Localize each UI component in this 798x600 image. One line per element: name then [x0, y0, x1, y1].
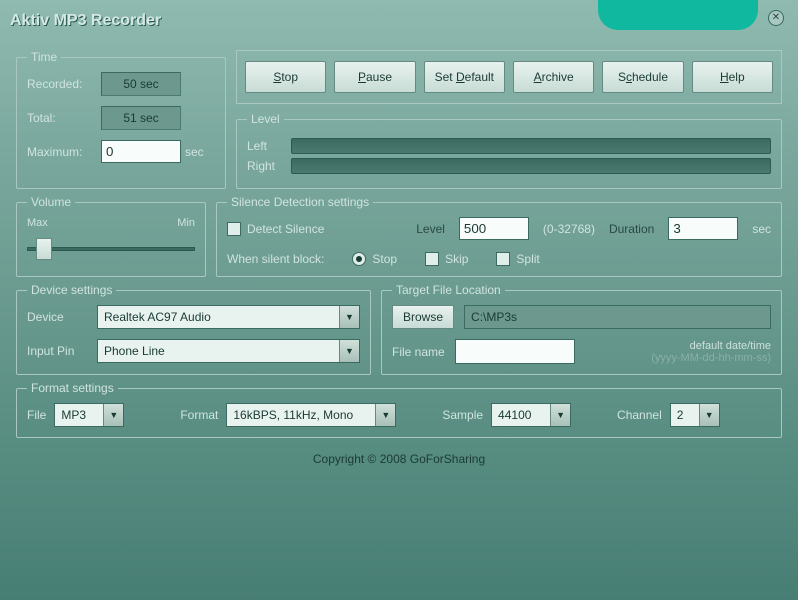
when-silent-label: When silent block: [227, 252, 324, 266]
chevron-down-icon: ▼ [103, 404, 123, 426]
silent-split-checkbox[interactable]: Split [496, 252, 539, 266]
filename-label: File name [392, 345, 445, 359]
chevron-down-icon: ▼ [550, 404, 570, 426]
file-label: File [27, 408, 46, 422]
level-left-meter [291, 138, 771, 154]
help-button[interactable]: Help [692, 61, 773, 93]
device-legend: Device settings [27, 283, 116, 297]
silence-level-input[interactable] [459, 217, 529, 240]
volume-min-label: Min [177, 217, 195, 229]
device-select[interactable]: Realtek AC97 Audio ▼ [97, 305, 360, 329]
silent-skip-checkbox[interactable]: Skip [425, 252, 468, 266]
target-group: Target File Location Browse C:\MP3s File… [381, 283, 782, 375]
format-select[interactable]: 16kBPS, 11kHz, Mono ▼ [226, 403, 396, 427]
recorded-label: Recorded: [27, 77, 97, 91]
filename-input[interactable] [455, 339, 575, 364]
close-icon[interactable]: ✕ [768, 10, 784, 26]
level-group: Level Left Right [236, 112, 782, 189]
maximum-unit: sec [185, 145, 215, 159]
silence-duration-unit: sec [752, 222, 771, 236]
silence-duration-input[interactable] [668, 217, 738, 240]
toolbar: Stop Pause Set Default Archive Schedule … [236, 50, 782, 104]
title-notch [598, 0, 758, 30]
format-group: Format settings File MP3 ▼ Format 16kBPS… [16, 381, 782, 438]
footer-copyright: Copyright © 2008 GoForSharing [16, 444, 782, 474]
stop-button[interactable]: Stop [245, 61, 326, 93]
chevron-down-icon: ▼ [339, 340, 359, 362]
volume-slider-thumb[interactable] [36, 238, 52, 260]
filename-hint2: (yyyy-MM-dd-hh-mm-ss) [585, 352, 771, 364]
target-legend: Target File Location [392, 283, 505, 297]
format-label: Format [180, 408, 218, 422]
silence-legend: Silence Detection settings [227, 195, 373, 209]
volume-legend: Volume [27, 195, 75, 209]
chevron-down-icon: ▼ [375, 404, 395, 426]
volume-slider[interactable] [27, 247, 195, 251]
detect-silence-checkbox[interactable]: Detect Silence [227, 222, 324, 236]
chevron-down-icon: ▼ [339, 306, 359, 328]
level-right-label: Right [247, 159, 283, 173]
schedule-button[interactable]: Schedule [602, 61, 683, 93]
silence-level-range: (0-32768) [543, 222, 595, 236]
channel-select[interactable]: 2 ▼ [670, 403, 720, 427]
level-left-label: Left [247, 139, 283, 153]
browse-button[interactable]: Browse [392, 305, 454, 329]
total-label: Total: [27, 111, 97, 125]
total-value: 51 sec [101, 106, 181, 130]
format-legend: Format settings [27, 381, 118, 395]
silent-stop-radio[interactable]: Stop [352, 252, 397, 266]
maximum-label: Maximum: [27, 145, 97, 159]
pause-button[interactable]: Pause [334, 61, 415, 93]
time-legend: Time [27, 50, 61, 64]
recorded-value: 50 sec [101, 72, 181, 96]
silence-group: Silence Detection settings Detect Silenc… [216, 195, 782, 277]
channel-label: Channel [617, 408, 662, 422]
file-select[interactable]: MP3 ▼ [54, 403, 124, 427]
filename-hint1: default date/time [585, 340, 771, 352]
device-group: Device settings Device Realtek AC97 Audi… [16, 283, 371, 375]
time-group: Time Recorded: 50 sec Total: 51 sec Maxi… [16, 50, 226, 189]
chevron-down-icon: ▼ [699, 404, 719, 426]
setdefault-button[interactable]: Set Default [424, 61, 505, 93]
archive-button[interactable]: Archive [513, 61, 594, 93]
device-label: Device [27, 310, 91, 324]
inputpin-label: Input Pin [27, 344, 91, 358]
sample-select[interactable]: 44100 ▼ [491, 403, 571, 427]
level-legend: Level [247, 112, 284, 126]
silence-duration-label: Duration [609, 222, 654, 236]
silence-level-label: Level [416, 222, 445, 236]
target-path: C:\MP3s [464, 305, 771, 329]
inputpin-select[interactable]: Phone Line ▼ [97, 339, 360, 363]
volume-group: Volume Max Min [16, 195, 206, 277]
volume-max-label: Max [27, 217, 48, 229]
maximum-input[interactable] [101, 140, 181, 163]
sample-label: Sample [442, 408, 483, 422]
level-right-meter [291, 158, 771, 174]
